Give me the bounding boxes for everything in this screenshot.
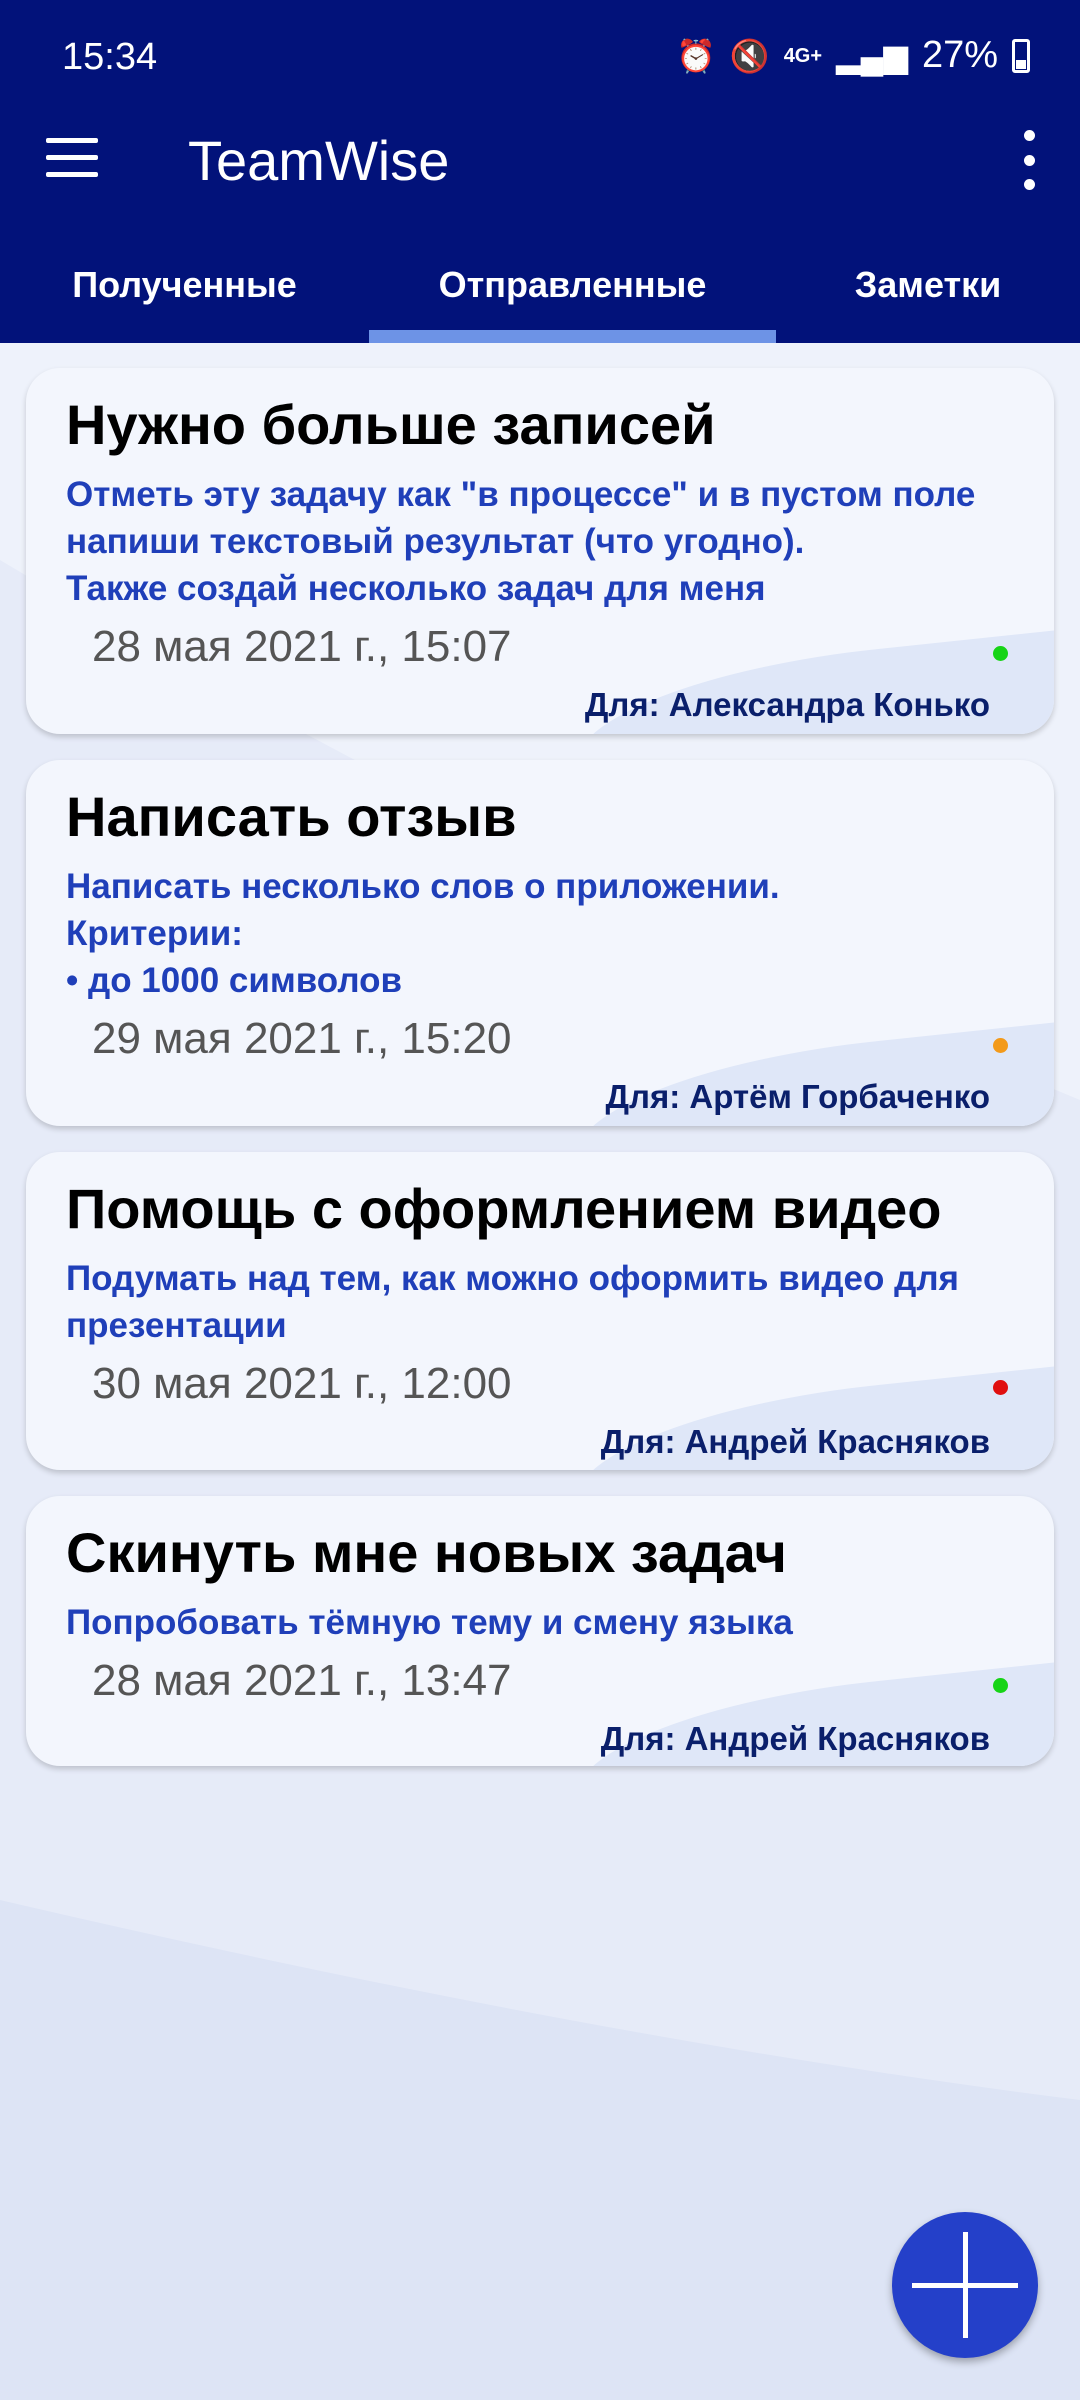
task-date: 28 мая 2021 г., 15:07 xyxy=(92,622,512,671)
task-title: Помощь с оформлением видео xyxy=(66,1177,942,1240)
status-dot xyxy=(993,646,1008,661)
task-assignee: Для: Александра Конько xyxy=(584,686,990,723)
more-vert-icon xyxy=(1023,130,1035,141)
task-description: Отметь эту задачу как "в процессе" и в п… xyxy=(66,475,976,608)
battery-icon xyxy=(1012,38,1030,73)
task-list: Нужно больше записей Отметь эту задачу к… xyxy=(26,368,1054,1792)
task-assignee: Для: Артём Горбаченко xyxy=(605,1078,990,1115)
task-assignee: Для: Андрей Красняков xyxy=(600,1423,990,1460)
task-title: Скинуть мне новых задач xyxy=(66,1521,787,1584)
task-description: Попробовать тёмную тему и смену языка xyxy=(66,1603,793,1642)
tab-indicator xyxy=(369,330,776,343)
task-date: 29 мая 2021 г., 15:20 xyxy=(92,1014,512,1063)
menu-icon xyxy=(46,138,98,143)
status-dot xyxy=(993,1380,1008,1395)
status-time: 15:34 xyxy=(62,36,158,78)
more-options-button[interactable] xyxy=(1014,130,1044,190)
status-dot xyxy=(993,1678,1008,1693)
task-description: Подумать над тем, как можно оформить вид… xyxy=(66,1259,959,1345)
mute-icon: 🔇 xyxy=(729,37,770,74)
signal-icon: ▂▄▆ xyxy=(836,37,908,74)
tab-received[interactable]: Полученные xyxy=(0,250,369,343)
app-bar: 15:34 ⏰ 🔇 4G+ ▂▄▆ 27% TeamWise Полученны… xyxy=(0,0,1080,343)
battery-percent: 27% xyxy=(921,34,998,76)
alarm-icon: ⏰ xyxy=(676,37,716,74)
task-card[interactable]: Нужно больше записей Отметь эту задачу к… xyxy=(26,368,1054,734)
task-date: 28 мая 2021 г., 13:47 xyxy=(92,1656,512,1705)
task-card[interactable]: Помощь с оформлением видео Подумать над … xyxy=(26,1152,1054,1470)
tab-notes[interactable]: Заметки xyxy=(776,250,1080,343)
task-title: Нужно больше записей xyxy=(66,393,716,456)
task-description: Написать несколько слов о приложении. Кр… xyxy=(66,867,780,1000)
task-assignee: Для: Андрей Красняков xyxy=(600,1720,990,1757)
task-card[interactable]: Скинуть мне новых задач Попробовать тёмн… xyxy=(26,1496,1054,1766)
task-title: Написать отзыв xyxy=(66,785,517,848)
add-task-button[interactable] xyxy=(892,2212,1038,2358)
app-title: TeamWise xyxy=(188,129,450,192)
task-date: 30 мая 2021 г., 12:00 xyxy=(92,1359,512,1408)
status-icons: ⏰ 🔇 4G+ ▂▄▆ 27% xyxy=(676,34,1030,77)
status-dot xyxy=(993,1038,1008,1053)
task-card[interactable]: Написать отзыв Написать несколько слов о… xyxy=(26,760,1054,1126)
4g-icon: 4G+ xyxy=(783,44,823,67)
menu-button[interactable] xyxy=(46,138,98,180)
